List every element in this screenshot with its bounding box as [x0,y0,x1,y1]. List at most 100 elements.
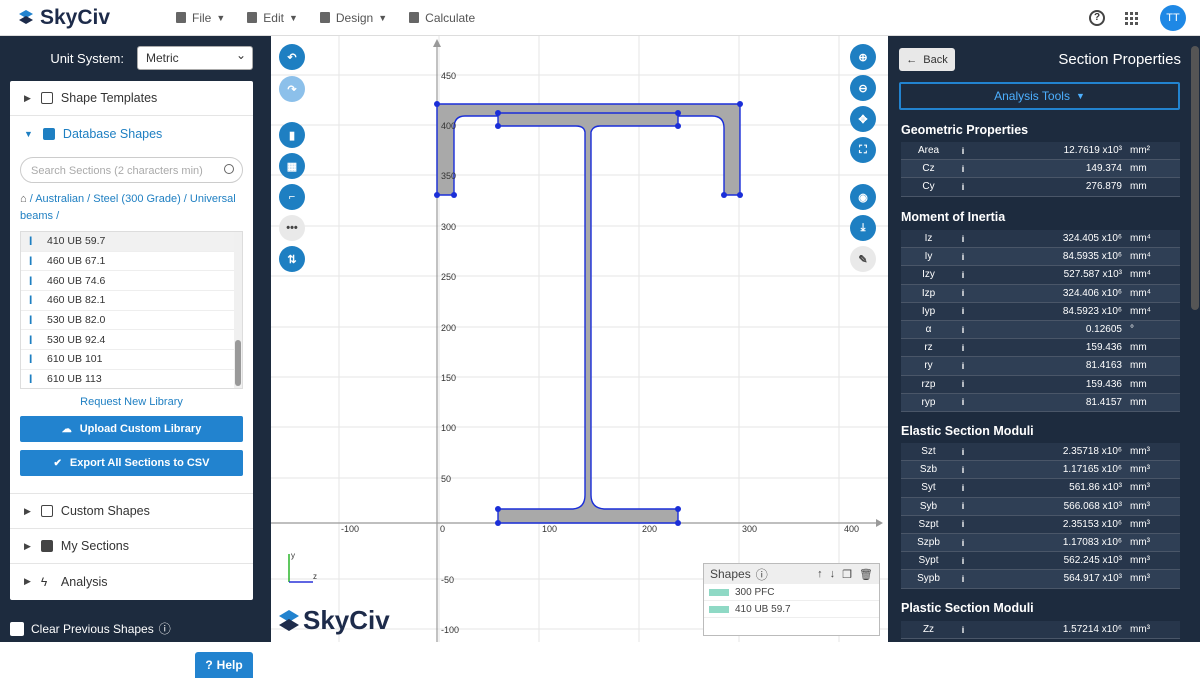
info-icon[interactable]: i [956,288,970,298]
property-name: Szpb [917,537,940,549]
list-item[interactable]: I 610 UB 101 [21,350,242,370]
info-icon[interactable]: i [956,343,970,353]
info-icon[interactable]: i [956,306,970,316]
info-icon[interactable]: i [956,483,970,493]
pencil-button[interactable]: ✎ [850,246,876,272]
info-icon[interactable]: i [956,465,970,475]
skyciv-logo[interactable]: SkyCiv [16,6,176,30]
list-item[interactable]: I 530 UB 82.0 [21,311,242,331]
help-icon[interactable]: ? [1089,10,1105,26]
info-icon[interactable]: i [956,379,970,389]
delete-button[interactable]: ▮ [279,122,305,148]
fit-view-button[interactable]: ⛶ [850,137,876,163]
unit-system-select[interactable]: Metric [137,46,253,70]
drawing-canvas[interactable]: -100 0 100 200 300 400 450 400 350 300 2… [271,36,888,642]
home-icon[interactable]: ⌂ [20,193,30,205]
camera-button[interactable]: ◉ [850,184,876,210]
shape-item[interactable]: 300 PFC [704,584,879,601]
breadcrumb[interactable]: ⌂ / Australian / Steel (300 Grade) / Uni… [20,191,243,225]
search-icon[interactable] [224,164,234,174]
clear-shapes-checkbox[interactable] [10,621,24,636]
list-item[interactable]: I 610 UB 113 [21,370,242,388]
panel-scrollbar[interactable] [1191,46,1199,310]
info-icon[interactable]: i [956,556,970,566]
apps-grid-icon[interactable] [1125,11,1138,25]
my-sections-accordion[interactable]: ▶ My Sections [10,529,253,564]
property-row: α i 0.12605 ° [901,320,1180,340]
list-item[interactable]: I 530 UB 92.4 [21,330,242,351]
property-value: 564.917 x10³ [1063,573,1122,585]
analysis-accordion[interactable]: ▶ ϟ Analysis [10,564,253,599]
custom-shapes-accordion[interactable]: ▶ Custom Shapes [10,494,253,529]
property-row: Syb i 566.068 x10³ mm³ [901,497,1180,516]
more-button[interactable]: ••• [279,215,305,241]
info-icon[interactable]: i [956,501,970,511]
clear-shapes-toggle[interactable]: Clear Previous Shapes ⓘ [10,620,171,637]
menu-design[interactable]: Design ▼ [319,11,387,25]
download-button[interactable]: ⤓ [850,215,876,241]
property-value: 81.4157 [1085,396,1122,408]
info-icon[interactable]: i [956,361,970,371]
property-unit: mm⁴ [1130,305,1151,317]
back-label: Back [923,53,948,66]
arrow-up-icon[interactable]: ↑ [817,568,823,581]
property-name: rz [924,342,933,354]
menu-calculate[interactable]: Calculate [409,11,475,25]
zoom-in-button[interactable]: ⊕ [850,44,876,70]
x-tick: 100 [542,524,557,534]
arrow-down-icon[interactable]: ↓ [830,568,836,581]
back-button[interactable]: ← Back [899,48,955,71]
info-icon[interactable]: i [956,164,970,174]
help-button[interactable]: ? Help [195,652,253,678]
info-icon[interactable]: i [956,447,970,457]
section-properties-panel: ← Back Section Properties Analysis Tools ▼… [888,36,1200,642]
undo-button[interactable]: ↶ [279,44,305,70]
axis-z-label: z [313,572,317,581]
redo-button[interactable]: ↷ [279,76,305,102]
property-value: 276.879 [1085,181,1122,193]
property-name: Cz [922,163,935,175]
list-scrollbar[interactable] [234,232,242,388]
list-item-label: 610 UB 101 [47,353,103,366]
info-icon[interactable]: i [956,234,970,244]
list-item[interactable]: I 410 UB 59.7 [21,232,242,252]
info-icon[interactable]: i [956,270,970,280]
database-shapes-accordion[interactable]: ▼ Database Shapes [10,116,253,151]
property-row: Iz i 324.405 x10⁶ mm⁴ [901,230,1180,249]
breadcrumb-path[interactable]: / Australian / Steel (300 Grade) / Unive… [20,193,236,222]
list-item[interactable]: I 460 UB 74.6 [21,271,242,292]
info-icon[interactable]: i [956,325,970,335]
shape-item[interactable]: 410 UB 59.7 [704,601,879,618]
arrow-left-icon: ← [906,53,918,66]
info-icon[interactable]: i [956,574,970,584]
menu-edit[interactable]: Edit ▼ [247,11,298,25]
property-name: rzp [921,378,936,390]
info-icon[interactable]: i [956,397,970,407]
zoom-out-button[interactable]: ⊖ [850,75,876,101]
grid-button[interactable]: ▦ [279,153,305,179]
upload-custom-library-button[interactable]: ☁ Upload Custom Library [20,416,243,442]
avatar[interactable]: TT [1160,5,1186,31]
scrollbar-thumb[interactable] [235,340,241,386]
copy-icon[interactable]: ❐ [842,568,852,581]
shape-templates-accordion[interactable]: ▶ Shape Templates [10,81,253,116]
calculator-icon [409,12,420,23]
align-button[interactable]: ⇅ [279,246,305,272]
info-icon[interactable]: i [956,538,970,548]
trash-icon[interactable]: 🗑 [859,568,873,581]
list-item[interactable]: I 460 UB 67.1 [21,252,242,272]
analysis-tools-dropdown[interactable]: Analysis Tools ▼ [899,82,1180,110]
info-icon[interactable]: i [956,519,970,529]
request-new-library-link[interactable]: Request New Library [10,396,253,408]
export-csv-button[interactable]: ✔ Export All Sections to CSV [20,450,243,476]
pan-button[interactable]: ✥ [850,106,876,132]
corner-button[interactable]: ⌐ [279,184,305,210]
custom-shapes-label: Custom Shapes [60,504,150,518]
search-input[interactable] [31,160,221,182]
menu-file[interactable]: File ▼ [176,11,225,25]
info-icon[interactable]: i [956,625,970,635]
info-icon[interactable]: i [956,252,970,262]
info-icon[interactable]: i [956,182,970,192]
list-item[interactable]: I 460 UB 82.1 [21,291,242,311]
info-icon[interactable]: i [956,146,970,156]
